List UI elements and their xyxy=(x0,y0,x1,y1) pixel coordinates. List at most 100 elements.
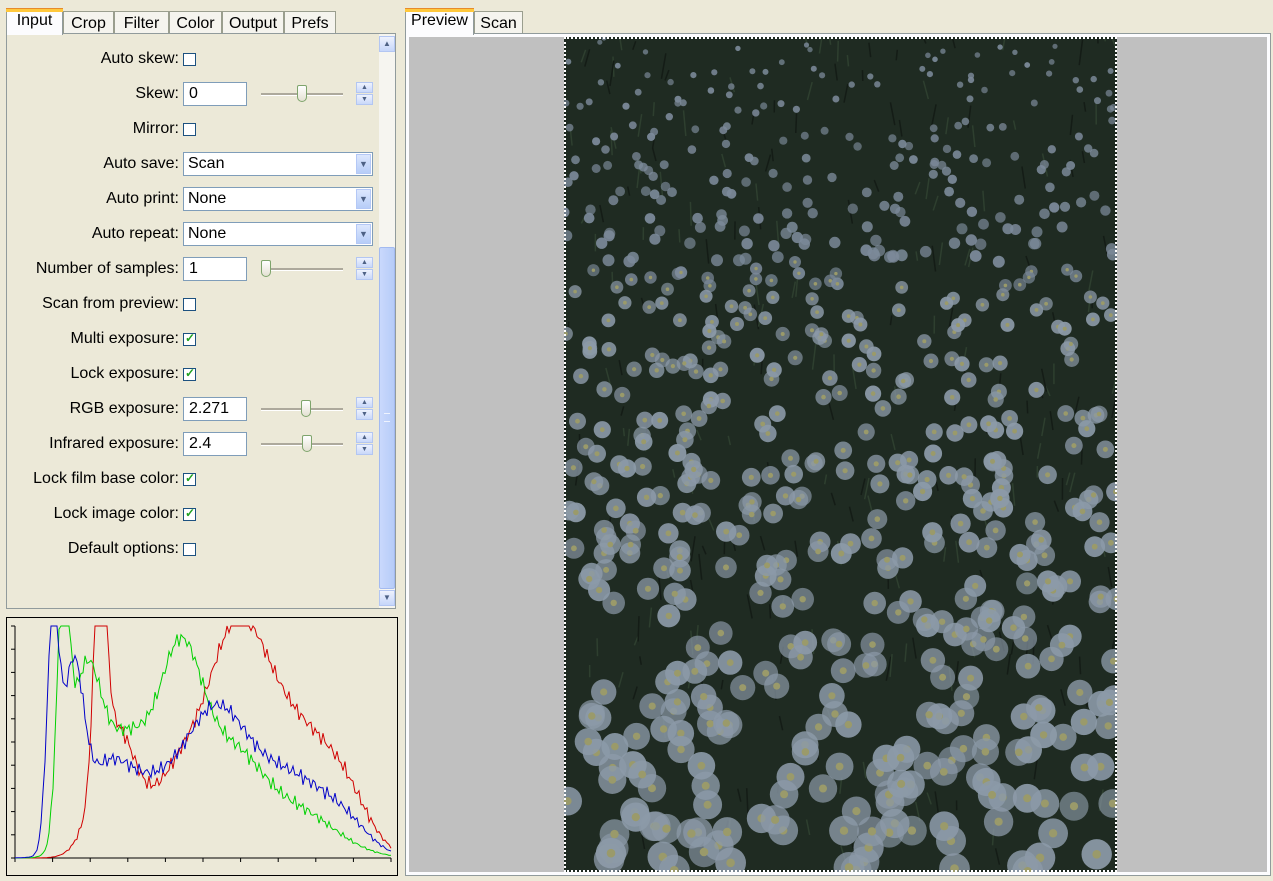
daisy-center xyxy=(929,529,936,536)
num-samples-spinner[interactable]: ▲ ▼ xyxy=(356,257,373,281)
daisy-center xyxy=(907,826,917,835)
default-options-checkbox[interactable] xyxy=(183,543,196,556)
daisy-center xyxy=(657,492,663,499)
preview-image[interactable] xyxy=(564,37,1117,872)
daisy-petals xyxy=(665,113,673,121)
daisy-petals xyxy=(1047,145,1056,154)
rgb-exposure-slider[interactable] xyxy=(261,400,343,417)
lock-image-color-checkbox[interactable]: ✓ xyxy=(183,506,196,521)
daisy-center xyxy=(969,495,976,502)
daisy-center xyxy=(1100,301,1105,305)
daisy-center xyxy=(1040,799,1049,808)
auto-skew-checkbox[interactable] xyxy=(183,53,196,66)
daisy-center xyxy=(980,636,987,643)
tab-output[interactable]: Output xyxy=(222,11,284,34)
daisy-petals xyxy=(1009,70,1016,77)
skew-input[interactable]: 0 xyxy=(183,82,247,106)
daisy-petals xyxy=(753,213,764,224)
auto-save-select[interactable]: Scan ▼ xyxy=(183,152,373,176)
daisy-center xyxy=(623,300,627,305)
daisy-petals xyxy=(899,215,911,227)
auto-repeat-select[interactable]: None ▼ xyxy=(183,222,373,246)
num-samples-input[interactable]: 1 xyxy=(183,257,247,281)
daisy-center xyxy=(1044,301,1048,306)
daisy-center xyxy=(571,545,577,552)
daisy-center xyxy=(1108,313,1113,317)
skew-slider-thumb[interactable] xyxy=(297,85,307,102)
skew-slider[interactable] xyxy=(261,85,343,102)
skew-spinner[interactable]: ▲ ▼ xyxy=(356,82,373,106)
daisy-petals xyxy=(623,255,636,268)
num-samples-slider[interactable] xyxy=(261,260,343,277)
lock-film-base-color-checkbox[interactable]: ✓ xyxy=(183,471,196,486)
chevron-down-icon[interactable]: ▼ xyxy=(356,189,371,209)
tab-color[interactable]: Color xyxy=(169,11,222,34)
daisy-petals xyxy=(940,48,946,54)
tab-crop[interactable]: Crop xyxy=(63,11,114,34)
spin-down-icon[interactable]: ▼ xyxy=(356,94,373,105)
scrollbar-thumb[interactable] xyxy=(379,247,395,589)
rgb-exposure-slider-thumb[interactable] xyxy=(301,400,312,417)
daisy-petals xyxy=(648,171,658,181)
daisy-center xyxy=(919,488,926,495)
tab-input[interactable]: Input xyxy=(6,8,63,35)
daisy-center xyxy=(990,458,995,464)
daisy-center xyxy=(670,364,675,369)
spin-down-icon[interactable]: ▼ xyxy=(356,409,373,420)
default-options-row: Default options: xyxy=(7,536,377,562)
scan-from-preview-checkbox[interactable] xyxy=(183,298,196,311)
auto-skew-label: Auto skew: xyxy=(100,50,179,67)
rgb-exposure-input[interactable]: 2.271 xyxy=(183,397,247,421)
daisy-center xyxy=(1010,624,1017,631)
auto-print-row: Auto print: None ▼ xyxy=(7,186,377,212)
daisy-petals xyxy=(1030,99,1038,107)
rgb-exposure-spinner[interactable]: ▲ ▼ xyxy=(356,397,373,421)
auto-save-label: Auto save: xyxy=(103,155,179,172)
daisy-center xyxy=(723,564,729,571)
daisy-petals xyxy=(1100,205,1111,216)
daisy-center xyxy=(723,827,732,837)
infrared-exposure-spinner[interactable]: ▲ ▼ xyxy=(356,432,373,456)
scroll-up-icon[interactable]: ▲ xyxy=(379,36,395,52)
tab-filter[interactable]: Filter xyxy=(114,11,169,34)
spin-up-icon[interactable]: ▲ xyxy=(356,82,373,93)
grass-blade xyxy=(689,201,692,226)
daisy-center xyxy=(1038,536,1045,543)
infrared-exposure-slider-thumb[interactable] xyxy=(302,435,313,452)
spin-up-icon[interactable]: ▲ xyxy=(356,432,373,443)
lock-exposure-checkbox[interactable]: ✓ xyxy=(183,366,196,381)
daisy-center xyxy=(700,693,708,701)
daisy-center xyxy=(615,285,619,289)
daisy-center xyxy=(584,737,592,746)
options-scrollbar[interactable]: ▲ ▼ xyxy=(379,34,395,608)
spin-up-icon[interactable]: ▲ xyxy=(356,257,373,268)
daisy-center xyxy=(754,277,758,281)
daisy-petals xyxy=(728,83,735,90)
daisy-center xyxy=(938,618,946,625)
spin-down-icon[interactable]: ▼ xyxy=(356,269,373,280)
infrared-exposure-input[interactable]: 2.4 xyxy=(183,432,247,456)
lock-exposure-row: Lock exposure: ✓ xyxy=(7,361,377,387)
tab-preview[interactable]: Preview xyxy=(405,8,474,35)
auto-repeat-value: None xyxy=(188,225,227,242)
scroll-down-icon[interactable]: ▼ xyxy=(379,590,395,606)
daisy-center xyxy=(723,528,730,535)
daisy-center xyxy=(735,322,739,326)
tab-prefs[interactable]: Prefs xyxy=(284,11,336,34)
daisy-center xyxy=(896,308,901,313)
chevron-down-icon[interactable]: ▼ xyxy=(356,154,371,174)
daisy-petals xyxy=(781,208,793,219)
spin-up-icon[interactable]: ▲ xyxy=(356,397,373,408)
daisy-petals xyxy=(757,82,764,90)
mirror-checkbox[interactable] xyxy=(183,123,196,136)
auto-print-select[interactable]: None ▼ xyxy=(183,187,373,211)
tab-scan[interactable]: Scan xyxy=(474,11,523,34)
chevron-down-icon[interactable]: ▼ xyxy=(356,224,371,244)
infrared-exposure-slider[interactable] xyxy=(261,435,343,452)
multi-exposure-checkbox[interactable]: ✓ xyxy=(183,331,196,346)
daisy-center xyxy=(1076,688,1084,697)
daisy-center xyxy=(899,285,904,290)
num-samples-slider-thumb[interactable] xyxy=(261,260,271,277)
daisy-center xyxy=(748,511,755,518)
spin-down-icon[interactable]: ▼ xyxy=(356,444,373,455)
